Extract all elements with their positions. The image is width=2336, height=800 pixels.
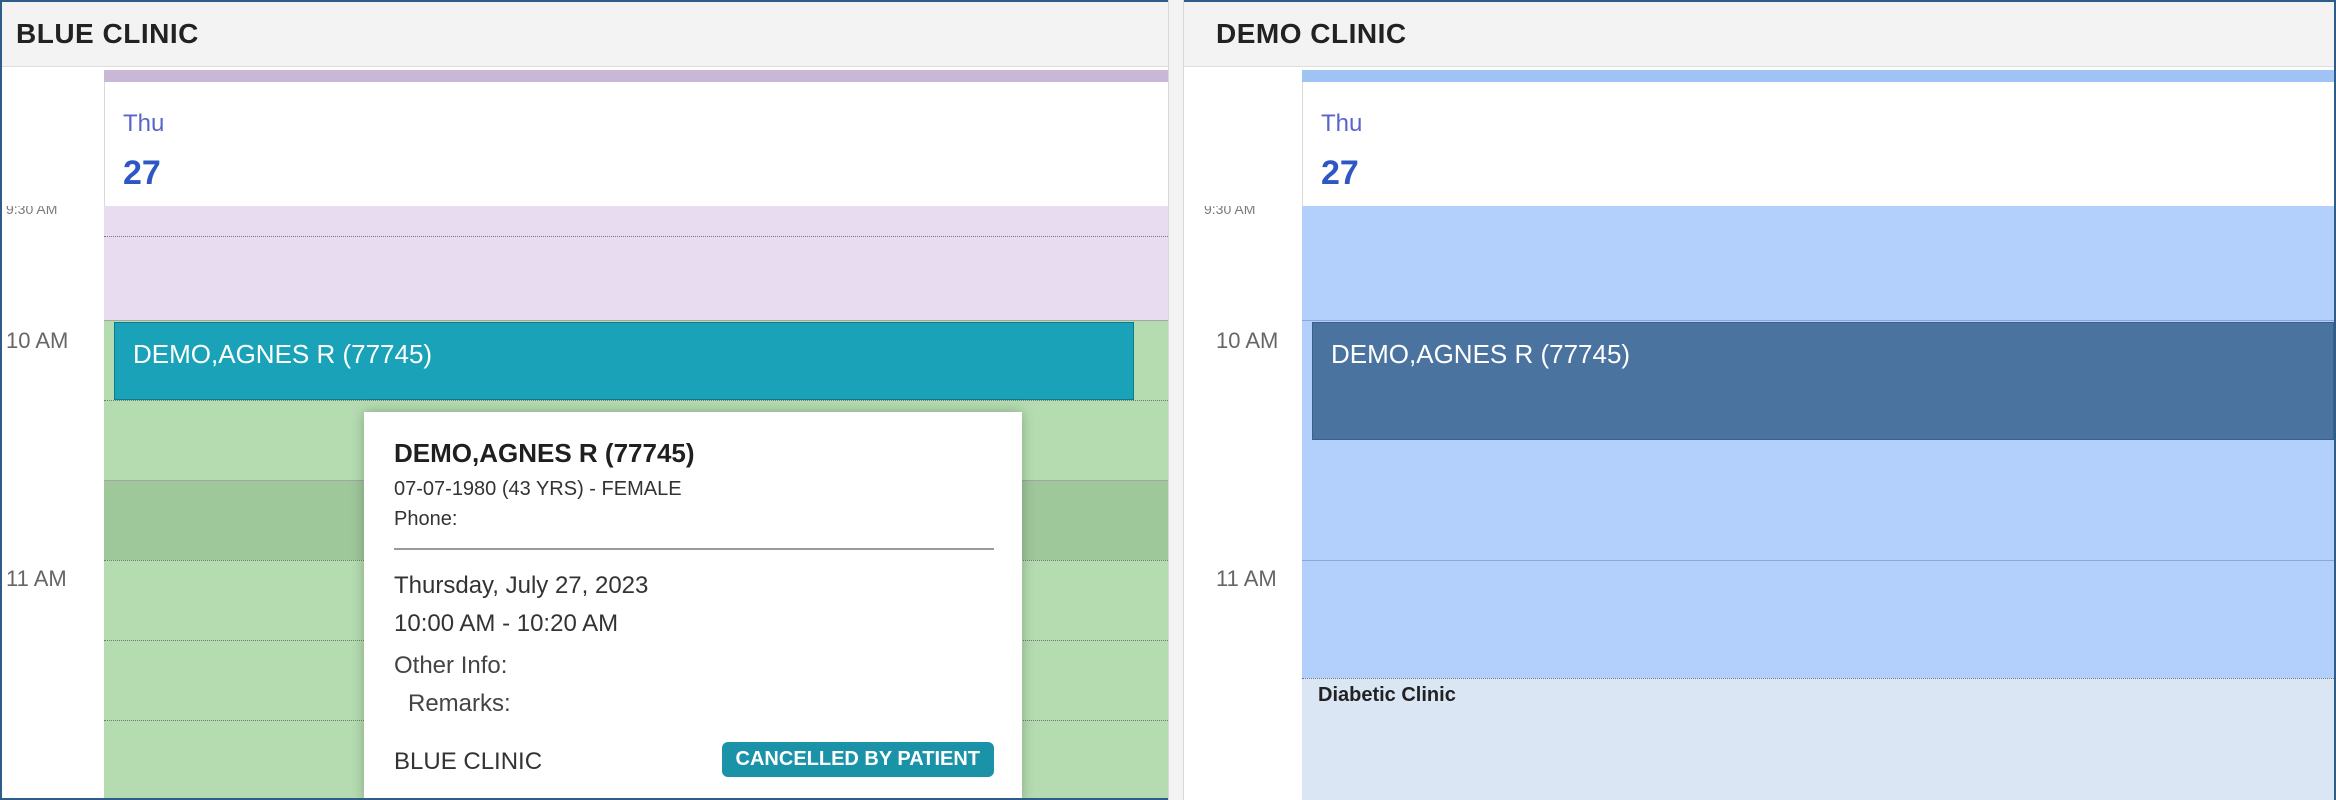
time-label-11am: 11 AM (1216, 566, 1277, 591)
partial-time-label: 9:30 AM (6, 206, 58, 216)
slot-divider (104, 400, 1168, 401)
hour-divider (1302, 560, 2334, 561)
status-badge: CANCELLED BY PATIENT (721, 742, 994, 777)
day-name: Thu (123, 110, 165, 137)
day-header[interactable]: Thu 27 (104, 82, 1168, 207)
patient-name: DEMO,AGNES R (77745) (394, 438, 695, 468)
time-column: 9:30 AM 10 AM 11 AM (1184, 206, 1303, 800)
appointment-block[interactable]: DEMO,AGNES R (77745) (1312, 322, 2334, 440)
clinic-block[interactable] (1302, 678, 2334, 800)
hour-divider (104, 320, 1168, 321)
appointment-time: 10:00 AM - 10:20 AM (394, 610, 619, 637)
time-label-10am: 10 AM (1216, 328, 1279, 353)
appointment-label: DEMO,AGNES R (77745) (1331, 339, 1631, 369)
appointment-date: Thursday, July 27, 2023 (394, 572, 649, 599)
day-number: 27 (123, 154, 161, 192)
slot-divider (1302, 678, 2334, 679)
unavailable-slot[interactable] (104, 206, 1168, 320)
clinic-header: BLUE CLINIC (2, 2, 1168, 67)
day-name: Thu (1321, 110, 1363, 137)
time-label-11am: 11 AM (6, 566, 67, 591)
clinic-title: DEMO CLINIC (1216, 18, 1407, 49)
appointment-block[interactable]: DEMO,AGNES R (77745) (114, 322, 1134, 400)
time-label-10am: 10 AM (6, 328, 69, 353)
clinic-block-label: Diabetic Clinic (1318, 684, 1456, 706)
pane-splitter[interactable] (1168, 0, 1184, 800)
available-slot[interactable] (1302, 206, 2334, 678)
patient-dob: 07-07-1980 (43 YRS) - FEMALE (394, 478, 682, 500)
popup-divider (394, 548, 994, 550)
appointment-popup: DEMO,AGNES R (77745) 07-07-1980 (43 YRS)… (364, 412, 1022, 798)
calendar-pane-demo-clinic: DEMO CLINIC Thu 27 9:30 AM 10 AM 11 AM D… (1184, 0, 2336, 800)
clinic-title: BLUE CLINIC (16, 18, 199, 49)
hour-divider (1302, 320, 2334, 321)
partial-time-label: 9:30 AM (1204, 206, 1256, 216)
day-header[interactable]: Thu 27 (1302, 82, 2334, 207)
calendar-pane-blue-clinic: BLUE CLINIC Thu 27 9:30 AM 10 AM 11 AM D… (0, 0, 1168, 800)
time-column: 9:30 AM 10 AM 11 AM (2, 206, 105, 798)
slot-divider (104, 236, 1168, 237)
day-number: 27 (1321, 154, 1359, 192)
patient-phone: Phone: (394, 508, 458, 530)
clinic-header: DEMO CLINIC (1184, 2, 2334, 67)
appointment-label: DEMO,AGNES R (77745) (133, 339, 433, 369)
day-grid[interactable]: Diabetic Clinic (1302, 206, 2334, 800)
popup-clinic-name: BLUE CLINIC (394, 748, 543, 775)
remarks-label: Remarks: (408, 690, 511, 717)
other-info-label: Other Info: (394, 652, 508, 679)
